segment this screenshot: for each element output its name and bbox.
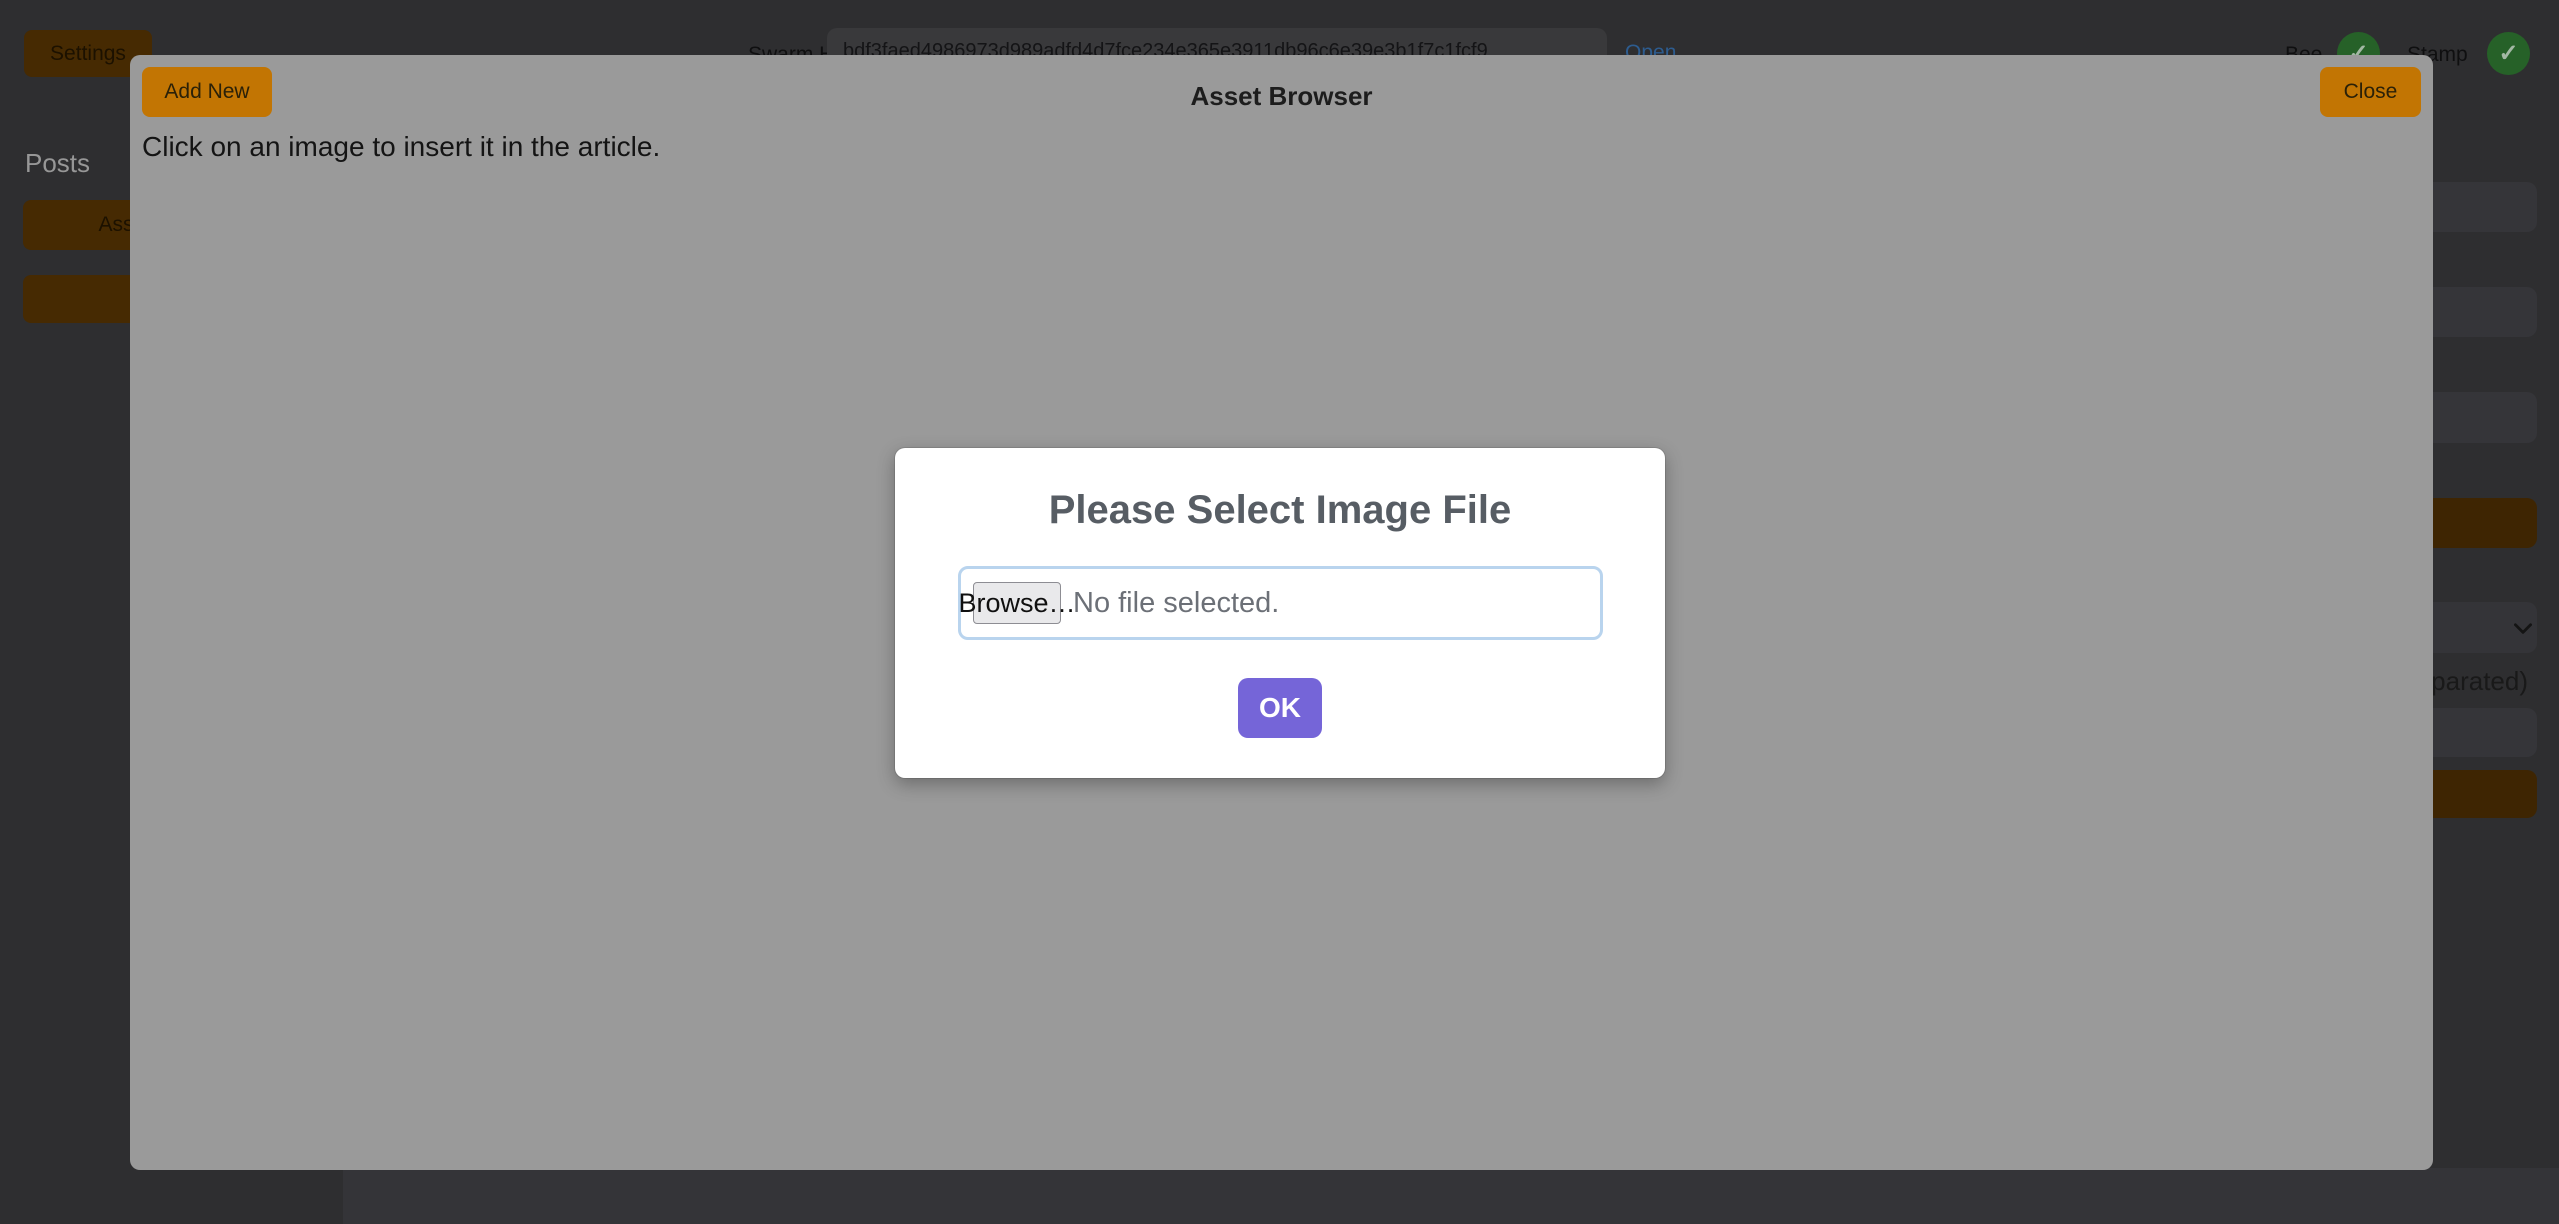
chevron-down-icon (2510, 615, 2536, 641)
close-button[interactable]: Close (2320, 67, 2421, 117)
file-input[interactable]: Browse… No file selected. (958, 566, 1603, 640)
file-select-dialog: Please Select Image File Browse… No file… (895, 448, 1665, 778)
main-area-edge (343, 1168, 2559, 1224)
ok-button-label: OK (1259, 692, 1301, 724)
asset-browser-instruction: Click on an image to insert it in the ar… (142, 131, 660, 163)
browse-button-label: Browse… (958, 588, 1075, 619)
ok-button[interactable]: OK (1238, 678, 1322, 738)
stamp-check-icon: ✓ (2487, 32, 2530, 75)
asset-browser-title: Asset Browser (130, 81, 2433, 112)
posts-heading: Posts (25, 148, 90, 179)
browse-button[interactable]: Browse… (973, 582, 1061, 624)
check-glyph: ✓ (2498, 39, 2518, 68)
file-dialog-title: Please Select Image File (895, 488, 1665, 533)
settings-button-label: Settings (50, 42, 126, 66)
close-button-label: Close (2344, 80, 2398, 104)
file-status-text: No file selected. (1073, 587, 1279, 620)
